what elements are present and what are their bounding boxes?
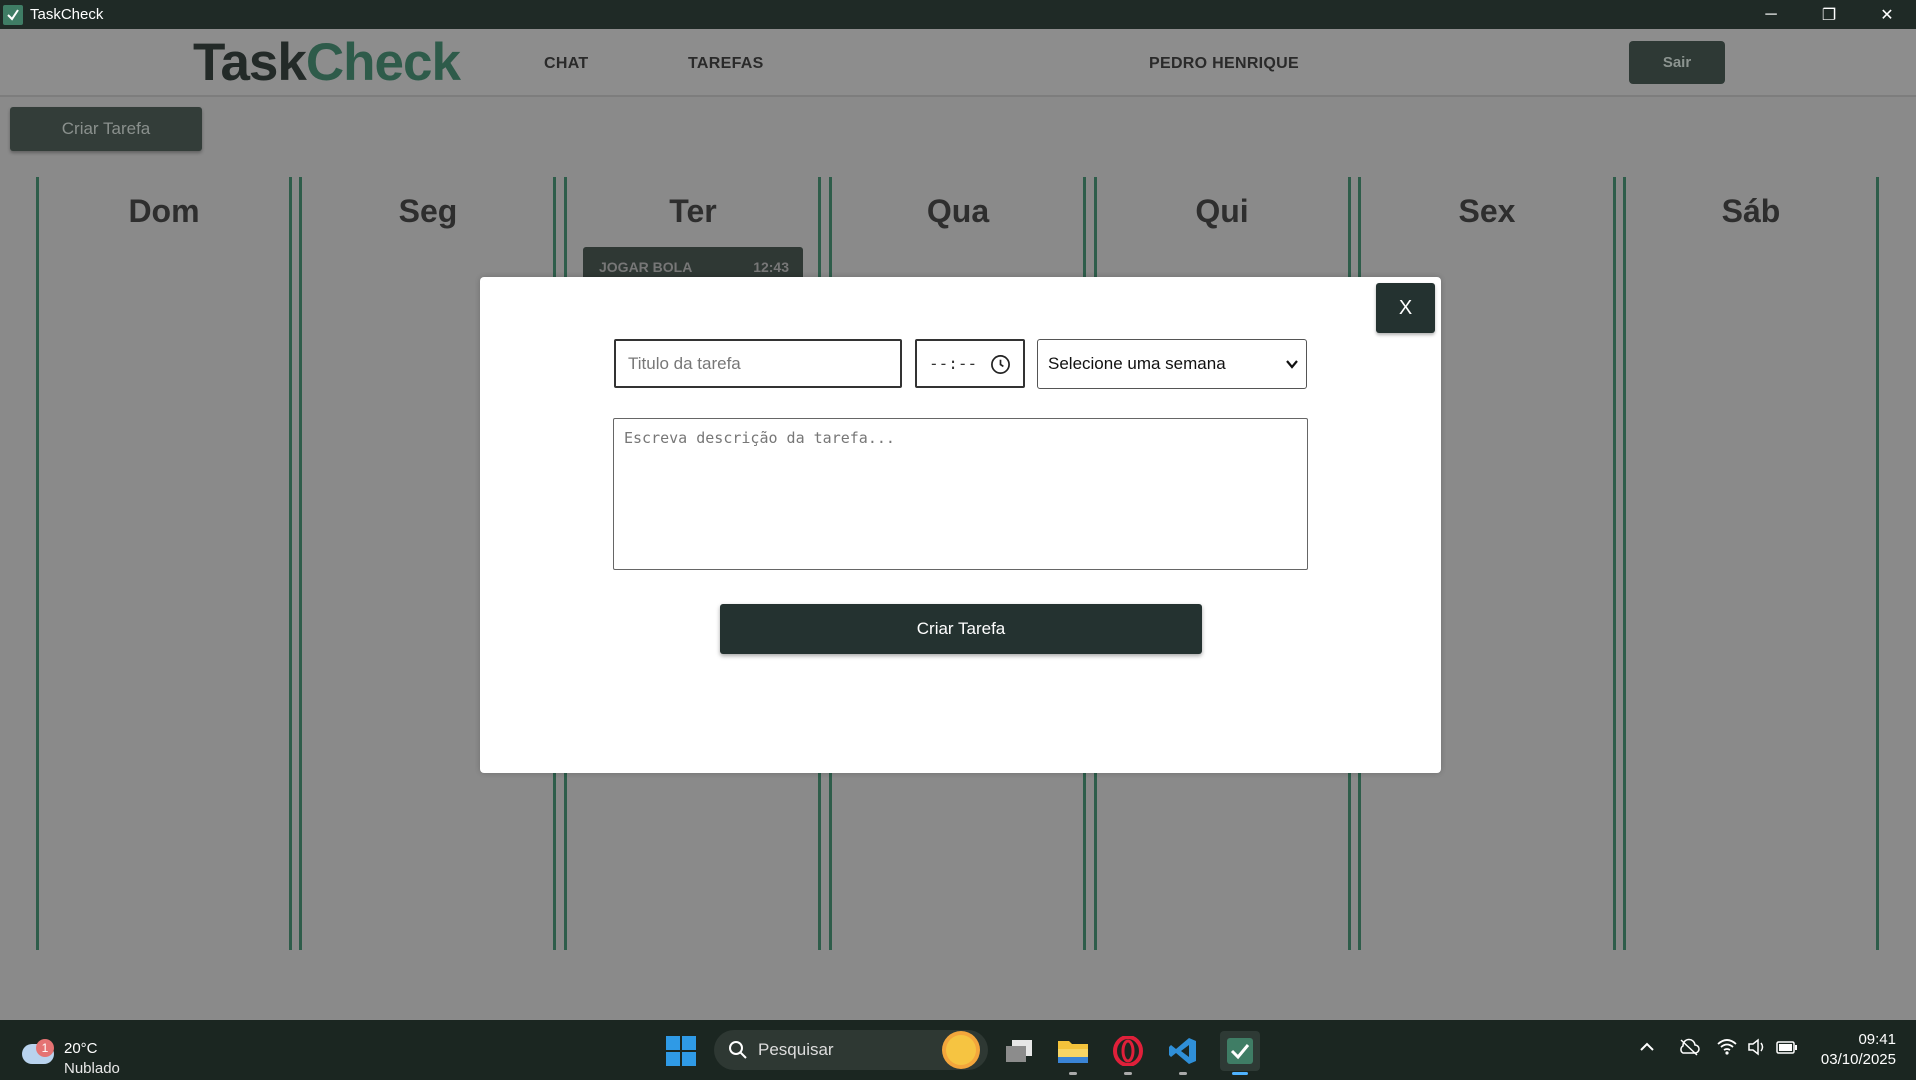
search-placeholder: Pesquisar [758, 1040, 834, 1059]
app-header: TaskCheck CHAT TAREFAS PEDRO HENRIQUE Sa… [0, 29, 1916, 97]
chevron-up-icon[interactable] [1638, 1038, 1656, 1060]
minimize-button[interactable]: ─ [1742, 0, 1800, 29]
taskcheck-taskbar-icon[interactable] [1220, 1031, 1260, 1075]
time-value: --:-- [929, 354, 978, 373]
opera-browser-icon[interactable] [1110, 1033, 1146, 1075]
chevron-down-icon [1286, 360, 1298, 369]
week-select[interactable]: Selecione uma semana [1037, 339, 1307, 389]
taskcheck-app-icon [3, 4, 23, 25]
day-title-sex: Sex [1458, 193, 1516, 229]
taskcheck-logo[interactable]: TaskCheck [193, 32, 461, 93]
description-placeholder: Escreva descrição da tarefa... [624, 429, 895, 447]
task-time-input[interactable]: --:-- [915, 339, 1025, 388]
day-title-dom: Dom [128, 193, 200, 229]
system-clock[interactable]: 09:41 03/10/2025 [1821, 1030, 1896, 1070]
notification-badge: 1 [36, 1039, 54, 1057]
day-title-ter: Ter [669, 193, 717, 229]
logo-part-task: Task [193, 33, 307, 92]
clock-time: 09:41 [1858, 1031, 1896, 1048]
task-title-input[interactable] [614, 339, 902, 388]
weather-widget[interactable]: 1 20°C Nublado [22, 1030, 142, 1077]
windows-taskbar: 1 20°C Nublado Pesquisar 09:41 03/10/202… [0, 1020, 1916, 1080]
cloud-offline-icon[interactable] [1678, 1038, 1700, 1060]
vscode-icon[interactable] [1165, 1033, 1201, 1075]
day-title-seg: Seg [398, 193, 458, 229]
task-view-icon[interactable] [1001, 1033, 1037, 1069]
windows-start-icon[interactable] [666, 1036, 696, 1066]
weather-temp: 20°C [64, 1040, 98, 1057]
wifi-icon[interactable] [1717, 1038, 1737, 1060]
battery-icon[interactable] [1776, 1038, 1798, 1060]
window-close-button[interactable]: ✕ [1858, 0, 1916, 29]
week-select-value: Selecione uma semana [1048, 354, 1226, 373]
window-title: TaskCheck [30, 6, 104, 23]
clock-date: 03/10/2025 [1820, 1051, 1896, 1068]
task-card[interactable]: JOGAR BOLA 12:43 [583, 247, 803, 277]
modal-close-button[interactable]: X [1376, 283, 1435, 333]
sun-icon [946, 1035, 976, 1065]
restore-button[interactable]: ❐ [1800, 0, 1858, 29]
task-card-time: 12:43 [753, 259, 789, 275]
nav-chat[interactable]: CHAT [544, 55, 588, 73]
day-title-qui: Qui [1195, 193, 1249, 229]
day-title-qua: Qua [926, 193, 990, 229]
column-divider [1623, 177, 1626, 950]
column-divider [1613, 177, 1616, 950]
task-card-title: JOGAR BOLA [599, 259, 693, 275]
nav-tarefas[interactable]: TAREFAS [688, 55, 764, 73]
window-titlebar: TaskCheck ─ ❐ ✕ [0, 0, 1916, 29]
clock-icon[interactable] [990, 354, 1011, 375]
logo-part-check: Check [305, 33, 461, 92]
column-divider [289, 177, 292, 950]
taskbar-search[interactable]: Pesquisar [714, 1030, 988, 1070]
user-name: PEDRO HENRIQUE [1149, 55, 1299, 72]
logout-button[interactable]: Sair [1629, 41, 1725, 84]
file-explorer-icon[interactable] [1055, 1033, 1091, 1075]
create-task-modal: X --:-- Selecione uma semana Escreva des… [480, 277, 1441, 773]
submit-create-task-button[interactable]: Criar Tarefa [720, 604, 1202, 654]
task-description-input[interactable]: Escreva descrição da tarefa... [613, 418, 1308, 570]
volume-icon[interactable] [1747, 1038, 1767, 1060]
day-title-sab: Sáb [1721, 193, 1781, 229]
column-divider [299, 177, 302, 950]
column-divider [36, 177, 39, 950]
column-divider [1876, 177, 1879, 950]
create-task-button[interactable]: Criar Tarefa [10, 107, 202, 151]
weather-condition: Nublado [64, 1060, 120, 1077]
search-icon [729, 1041, 747, 1059]
